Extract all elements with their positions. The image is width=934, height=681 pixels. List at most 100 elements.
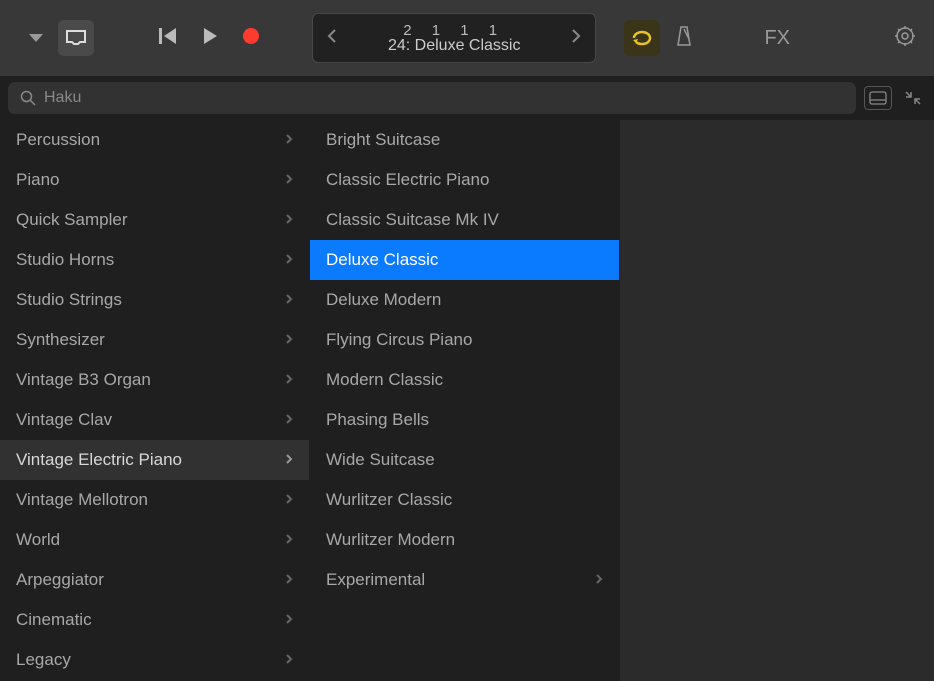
- lcd-display: 2 1 1 1 24: Deluxe Classic: [312, 13, 596, 63]
- preset-item-label: Flying Circus Piano: [326, 330, 472, 350]
- search-input[interactable]: [44, 89, 844, 107]
- category-item[interactable]: Percussion: [0, 120, 309, 160]
- triangle-down-icon: [28, 33, 44, 43]
- chevron-right-icon: [285, 573, 293, 588]
- display-next-button[interactable]: [567, 23, 585, 54]
- category-item-label: Quick Sampler: [16, 210, 127, 230]
- settings-button[interactable]: [894, 25, 916, 52]
- record-button[interactable]: [242, 27, 260, 50]
- category-item[interactable]: Studio Strings: [0, 280, 309, 320]
- category-item-label: World: [16, 530, 60, 550]
- chevron-right-icon: [285, 333, 293, 348]
- metronome-button[interactable]: [674, 25, 694, 52]
- preset-item[interactable]: Deluxe Classic: [310, 240, 619, 280]
- preset-browser: Percussion Piano Quick Sampler Studio Horns…: [0, 120, 934, 681]
- display-content[interactable]: 2 1 1 1 24: Deluxe Classic: [341, 22, 567, 55]
- category-item[interactable]: Quick Sampler: [0, 200, 309, 240]
- preset-item-label: Wurlitzer Modern: [326, 530, 455, 550]
- panel-icon: [869, 91, 887, 105]
- category-item-label: Percussion: [16, 130, 100, 150]
- record-icon: [242, 27, 260, 45]
- dropdown-button[interactable]: [18, 20, 54, 56]
- chevron-right-icon: [285, 613, 293, 628]
- gear-icon: [894, 25, 916, 47]
- preset-item-label: Experimental: [326, 570, 425, 590]
- category-item-label: Arpeggiator: [16, 570, 104, 590]
- category-item-label: Studio Strings: [16, 290, 122, 310]
- preset-pane: Bright Suitcase Classic Electric Piano Cla…: [310, 120, 620, 681]
- preset-item-label: Classic Suitcase Mk IV: [326, 210, 499, 230]
- display-title: 24: Deluxe Classic: [388, 37, 521, 55]
- chevron-right-icon: [285, 293, 293, 308]
- library-button[interactable]: [58, 20, 94, 56]
- preset-item[interactable]: Wurlitzer Modern: [310, 520, 619, 560]
- chevron-right-icon: [571, 28, 581, 44]
- category-item[interactable]: Vintage Clav: [0, 400, 309, 440]
- detail-pane: [620, 120, 934, 681]
- search-input-wrapper: [8, 82, 856, 114]
- view-toggle-button[interactable]: [864, 86, 892, 110]
- collapse-icon: [904, 89, 922, 107]
- fx-button[interactable]: FX: [764, 27, 790, 50]
- category-item[interactable]: Vintage Mellotron: [0, 480, 309, 520]
- rewind-button[interactable]: [158, 27, 178, 50]
- cycle-icon: [631, 30, 653, 46]
- display-prev-button[interactable]: [323, 23, 341, 54]
- preset-item[interactable]: Deluxe Modern: [310, 280, 619, 320]
- preset-item-label: Modern Classic: [326, 370, 443, 390]
- category-item-label: Vintage Clav: [16, 410, 112, 430]
- category-item[interactable]: World: [0, 520, 309, 560]
- toolbar-right-group: FX: [604, 20, 916, 56]
- cycle-button[interactable]: [624, 20, 660, 56]
- chevron-left-icon: [327, 28, 337, 44]
- toolbar-left-group: [18, 20, 94, 56]
- category-item[interactable]: Piano: [0, 160, 309, 200]
- category-item[interactable]: Arpeggiator: [0, 560, 309, 600]
- category-item-label: Vintage Mellotron: [16, 490, 148, 510]
- category-item[interactable]: Vintage B3 Organ: [0, 360, 309, 400]
- chevron-right-icon: [285, 373, 293, 388]
- category-item[interactable]: Legacy: [0, 640, 309, 680]
- category-item[interactable]: Studio Horns: [0, 240, 309, 280]
- category-item[interactable]: Synthesizer: [0, 320, 309, 360]
- preset-item[interactable]: Wurlitzer Classic: [310, 480, 619, 520]
- play-button[interactable]: [202, 27, 218, 50]
- preset-item[interactable]: Wide Suitcase: [310, 440, 619, 480]
- search-icon: [20, 90, 36, 106]
- collapse-button[interactable]: [900, 86, 926, 110]
- play-icon: [202, 27, 218, 45]
- rewind-icon: [158, 27, 178, 45]
- preset-item-label: Deluxe Classic: [326, 250, 438, 270]
- preset-item-label: Wurlitzer Classic: [326, 490, 452, 510]
- chevron-right-icon: [285, 533, 293, 548]
- preset-item[interactable]: Flying Circus Piano: [310, 320, 619, 360]
- preset-item[interactable]: Classic Suitcase Mk IV: [310, 200, 619, 240]
- chevron-right-icon: [285, 213, 293, 228]
- chevron-right-icon: [285, 173, 293, 188]
- preset-item-label: Classic Electric Piano: [326, 170, 489, 190]
- top-toolbar: 2 1 1 1 24: Deluxe Classic FX: [0, 0, 934, 76]
- preset-item-label: Phasing Bells: [326, 410, 429, 430]
- preset-item[interactable]: Classic Electric Piano: [310, 160, 619, 200]
- chevron-right-icon: [285, 133, 293, 148]
- category-item[interactable]: Cinematic: [0, 600, 309, 640]
- preset-item[interactable]: Modern Classic: [310, 360, 619, 400]
- chevron-right-icon: [285, 253, 293, 268]
- preset-item[interactable]: Experimental: [310, 560, 619, 600]
- category-item-label: Studio Horns: [16, 250, 114, 270]
- category-item-label: Vintage Electric Piano: [16, 450, 182, 470]
- preset-item[interactable]: Bright Suitcase: [310, 120, 619, 160]
- chevron-right-icon: [285, 413, 293, 428]
- category-item-label: Synthesizer: [16, 330, 105, 350]
- category-item-label: Vintage B3 Organ: [16, 370, 151, 390]
- preset-item-label: Bright Suitcase: [326, 130, 440, 150]
- category-pane: Percussion Piano Quick Sampler Studio Horns…: [0, 120, 310, 681]
- preset-item-label: Wide Suitcase: [326, 450, 435, 470]
- category-item-label: Cinematic: [16, 610, 92, 630]
- chevron-right-icon: [285, 493, 293, 508]
- chevron-right-icon: [285, 453, 293, 468]
- category-item[interactable]: Vintage Electric Piano: [0, 440, 309, 480]
- category-item-label: Piano: [16, 170, 59, 190]
- chevron-right-icon: [595, 573, 603, 588]
- preset-item[interactable]: Phasing Bells: [310, 400, 619, 440]
